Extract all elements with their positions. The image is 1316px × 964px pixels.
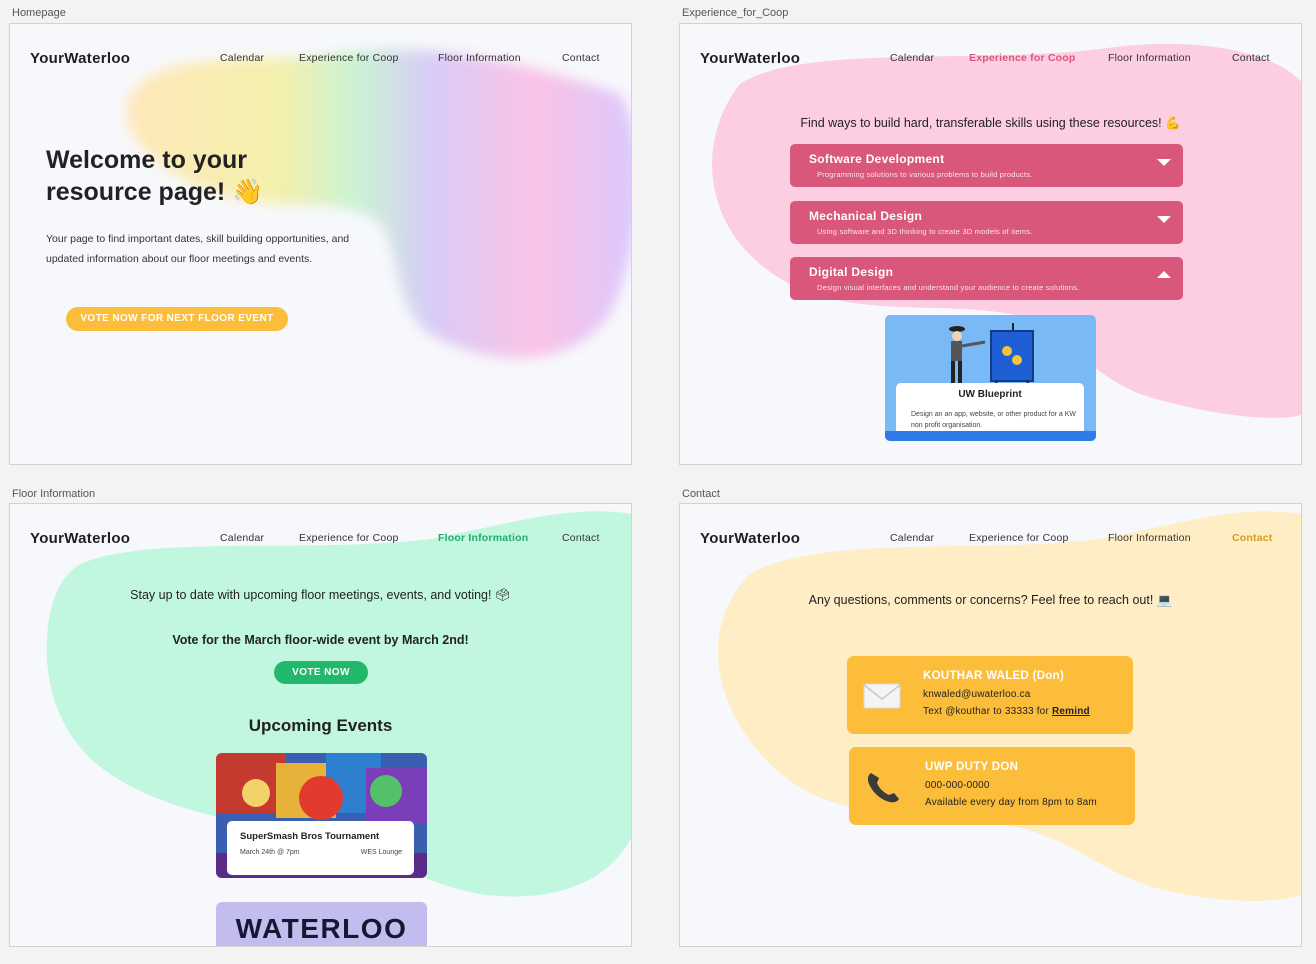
top-nav: YourWaterloo Calendar Experience for Coo…: [680, 504, 1301, 570]
top-nav: YourWaterloo Calendar Experience for Coo…: [10, 24, 631, 90]
nav-calendar[interactable]: Calendar: [220, 532, 264, 544]
accordion-digital-design[interactable]: Digital Design Design visual interfaces …: [790, 257, 1183, 300]
hero-description: Your page to find important dates, skill…: [46, 233, 350, 265]
remind-link[interactable]: Remind: [1052, 706, 1090, 717]
nav-floor-information[interactable]: Floor Information: [438, 52, 521, 64]
remind-prefix: Text @kouthar to 33333 for: [923, 706, 1052, 717]
brand-logo[interactable]: YourWaterloo: [30, 530, 130, 547]
hero-title-line1: Welcome to your: [46, 146, 247, 174]
hero-title: Welcome to your resource page! 👋: [46, 144, 263, 208]
coop-intro: Find ways to build hard, transferable sk…: [800, 116, 1181, 130]
nav-contact[interactable]: Contact: [562, 52, 600, 64]
brand-logo[interactable]: YourWaterloo: [700, 530, 800, 547]
nav-calendar[interactable]: Calendar: [890, 532, 934, 544]
top-nav: YourWaterloo Calendar Experience for Coo…: [680, 24, 1301, 90]
nav-floor-information[interactable]: Floor Information: [438, 532, 528, 544]
frame-label-homepage: Homepage: [12, 7, 66, 19]
floor-intro: Stay up to date with upcoming floor meet…: [130, 588, 511, 602]
hero-title-line2: resource page! 👋: [46, 178, 264, 206]
nav-experience-for-coop[interactable]: Experience for Coop: [299, 532, 399, 544]
waterloo-card-text: WATERLOO: [235, 913, 408, 944]
event-info: SuperSmash Bros Tournament March 24th @ …: [227, 821, 414, 875]
nav-contact[interactable]: Contact: [1232, 532, 1272, 544]
nav-contact[interactable]: Contact: [562, 532, 600, 544]
floor-frame: YourWaterloo Calendar Experience for Coo…: [9, 503, 632, 947]
contact-name: UWP DUTY DON: [925, 761, 1019, 773]
brand-logo[interactable]: YourWaterloo: [30, 50, 130, 67]
uw-blueprint-card[interactable]: UW Blueprint Design an an app, website, …: [885, 315, 1096, 441]
card-accent-bar: [885, 431, 1096, 441]
nav-experience-for-coop[interactable]: Experience for Coop: [299, 52, 399, 64]
vote-now-button[interactable]: VOTE NOW: [274, 661, 368, 684]
event-location: WES Lounge: [360, 849, 402, 856]
waterloo-event-card[interactable]: WATERLOO: [216, 902, 427, 946]
nav-floor-information[interactable]: Floor Information: [1108, 52, 1191, 64]
chevron-down-icon[interactable]: [1157, 159, 1171, 166]
nav-calendar[interactable]: Calendar: [890, 52, 934, 64]
contact-email[interactable]: knwaled@uwaterloo.ca: [923, 689, 1031, 700]
contact-remind-line: Text @kouthar to 33333 for Remind: [923, 706, 1090, 717]
contact-intro: Any questions, comments or concerns? Fee…: [808, 593, 1173, 607]
frame-label-coop: Experience_for_Coop: [682, 7, 789, 19]
accordion-title: Mechanical Design: [809, 209, 923, 223]
accordion-title: Digital Design: [809, 265, 894, 279]
chevron-up-icon[interactable]: [1157, 271, 1171, 278]
blueprint-info: UW Blueprint Design an an app, website, …: [896, 383, 1084, 434]
envelope-icon: [863, 683, 901, 709]
brand-logo[interactable]: YourWaterloo: [700, 50, 800, 67]
nav-calendar[interactable]: Calendar: [220, 52, 264, 64]
nav-floor-information[interactable]: Floor Information: [1108, 532, 1191, 544]
accordion-subtitle: Programming solutions to various problem…: [817, 170, 1033, 179]
accordion-subtitle: Using software and 3D thinking to create…: [817, 227, 1033, 236]
accordion-title: Software Development: [809, 152, 945, 166]
blueprint-title: UW Blueprint: [958, 389, 1022, 400]
event-card[interactable]: SuperSmash Bros Tournament March 24th @ …: [216, 753, 427, 878]
frame-label-contact: Contact: [682, 488, 720, 500]
contact-phone[interactable]: 000-000-0000: [925, 780, 990, 791]
chevron-down-icon[interactable]: [1157, 216, 1171, 223]
blueprint-description: Design an an app, website, or other prod…: [911, 411, 1076, 429]
upcoming-events-heading: Upcoming Events: [248, 716, 393, 735]
nav-experience-for-coop[interactable]: Experience for Coop: [969, 52, 1076, 64]
phone-icon: [867, 773, 899, 803]
contact-availability: Available every day from 8pm to 8am: [925, 797, 1097, 808]
accordion-mechanical-design[interactable]: Mechanical Design Using software and 3D …: [790, 201, 1183, 244]
contact-card-don[interactable]: KOUTHAR WALED (Don) knwaled@uwaterloo.ca…: [847, 656, 1133, 734]
nav-contact[interactable]: Contact: [1232, 52, 1270, 64]
event-title: SuperSmash Bros Tournament: [240, 831, 380, 842]
contact-card-duty-don[interactable]: UWP DUTY DON 000-000-0000 Available ever…: [849, 747, 1135, 825]
accordion-subtitle: Design visual interfaces and understand …: [817, 283, 1080, 292]
event-date: March 24th @ 7pm: [240, 849, 300, 856]
top-nav: YourWaterloo Calendar Experience for Coo…: [10, 504, 631, 570]
contact-frame: YourWaterloo Calendar Experience for Coo…: [679, 503, 1302, 947]
coop-frame: YourWaterloo Calendar Experience for Coo…: [679, 23, 1302, 465]
frame-label-floor: Floor Information: [12, 488, 96, 500]
nav-experience-for-coop[interactable]: Experience for Coop: [969, 532, 1069, 544]
accordion-software-development[interactable]: Software Development Programming solutio…: [790, 144, 1183, 187]
contact-name: KOUTHAR WALED (Don): [923, 670, 1065, 682]
homepage-frame: YourWaterloo Calendar Experience for Coo…: [9, 23, 632, 465]
vote-deadline-text: Vote for the March floor-wide event by M…: [172, 633, 469, 647]
vote-next-event-button[interactable]: VOTE NOW FOR NEXT FLOOR EVENT: [66, 307, 288, 331]
